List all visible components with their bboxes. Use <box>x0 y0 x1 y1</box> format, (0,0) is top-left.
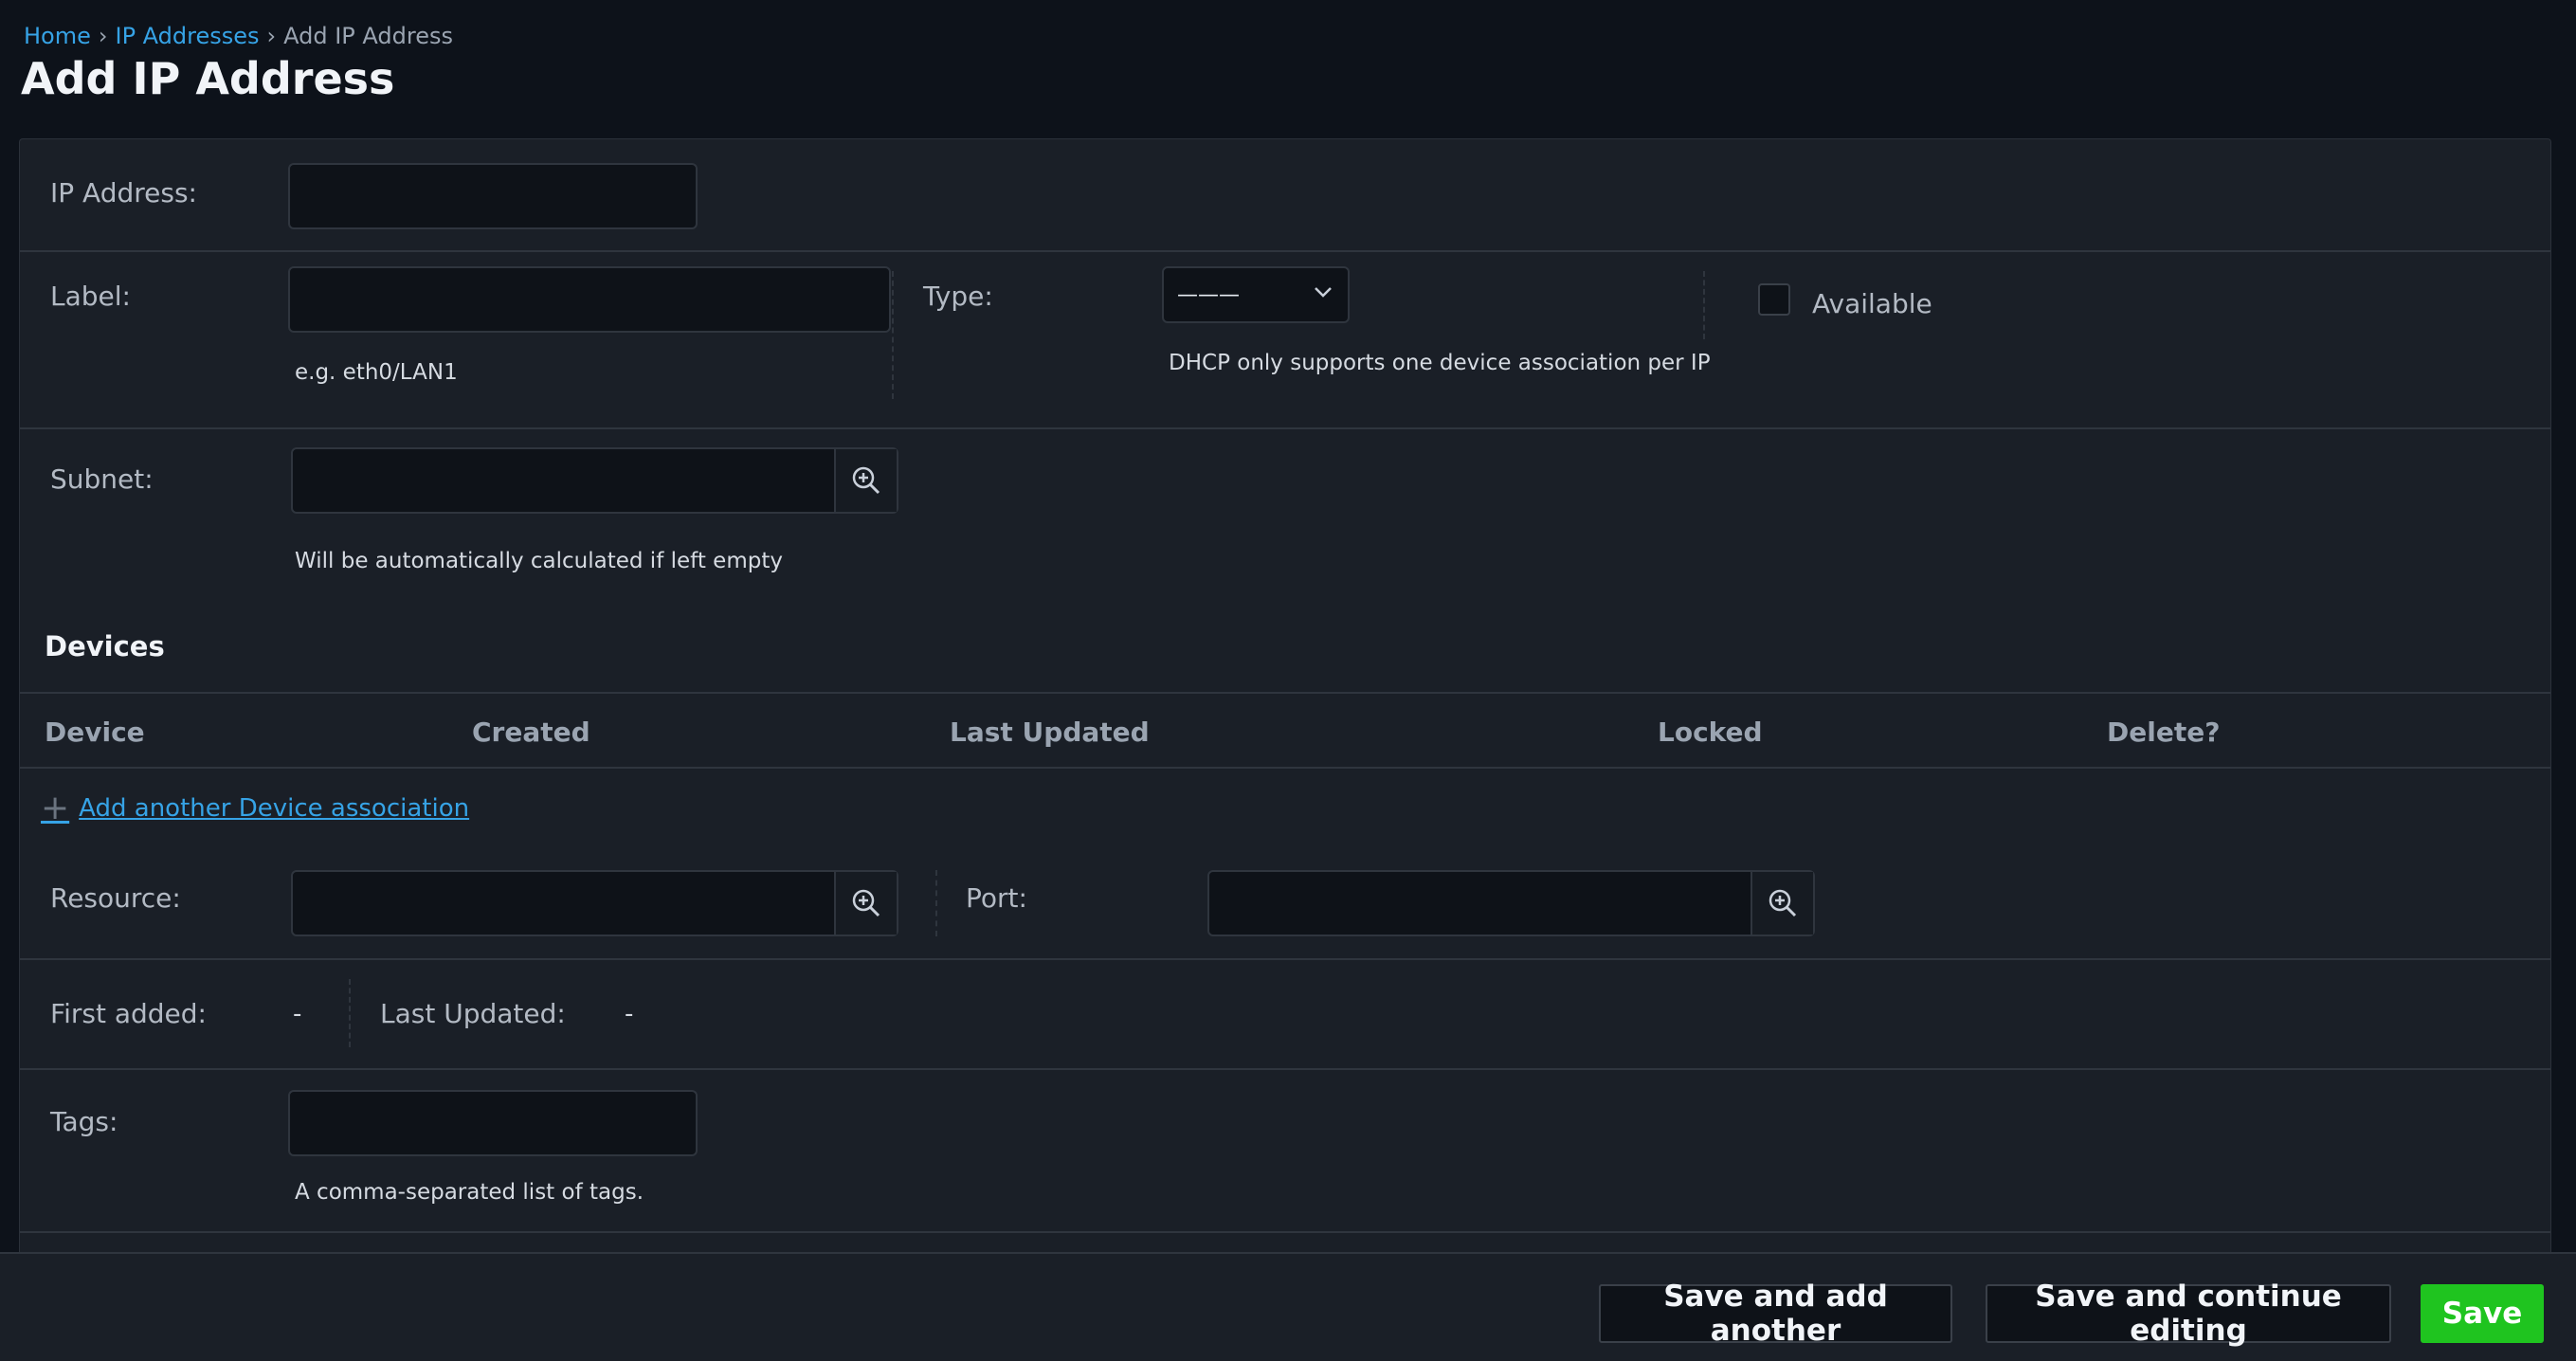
type-selected-value: ——— <box>1177 282 1240 307</box>
last-updated-label: Last Updated: <box>380 998 566 1029</box>
subnet-lookup <box>291 447 898 514</box>
subnet-row: Subnet: Will be automatically calculated… <box>20 429 2550 581</box>
type-label: Type: <box>923 281 993 312</box>
devices-table-header: Device Created Last Updated Locked Delet… <box>20 692 2550 769</box>
timestamps-row: First added: - Last Updated: - <box>20 960 2550 1070</box>
magnifier-plus-icon[interactable] <box>834 449 897 512</box>
save-and-add-another-button[interactable]: Save and add another <box>1599 1279 1952 1348</box>
resource-label: Resource: <box>50 882 181 914</box>
tags-row: Tags: A comma-separated list of tags. <box>20 1070 2550 1233</box>
tags-input[interactable] <box>288 1090 698 1156</box>
label-type-row: Label: e.g. eth0/LAN1 Type: ——— DHCP onl… <box>20 252 2550 429</box>
tags-help-text: A comma-separated list of tags. <box>295 1180 644 1205</box>
ip-address-label: IP Address: <box>50 177 197 209</box>
column-header-locked: Locked <box>1658 717 1763 748</box>
magnifier-plus-icon[interactable] <box>1751 872 1813 935</box>
field-divider <box>349 979 351 1047</box>
field-divider <box>1703 271 1705 339</box>
field-divider <box>935 870 937 936</box>
submit-row: Save and add another Save and continue e… <box>0 1252 2576 1361</box>
subnet-help-text: Will be automatically calculated if left… <box>295 549 783 573</box>
breadcrumb-separator: › <box>98 23 108 49</box>
save-button[interactable]: Save <box>2421 1284 2544 1343</box>
type-help-text: DHCP only supports one device associatio… <box>1169 351 1711 375</box>
breadcrumb-separator: › <box>266 23 277 49</box>
breadcrumb-ip-addresses-link[interactable]: IP Addresses <box>115 23 259 49</box>
save-and-continue-editing-button[interactable]: Save and continue editing <box>1986 1279 2391 1348</box>
subnet-label: Subnet: <box>50 463 154 495</box>
last-updated-value: - <box>625 1000 634 1028</box>
column-header-delete: Delete? <box>2107 717 2221 748</box>
first-added-value: - <box>293 1000 302 1028</box>
available-label: Available <box>1812 288 1932 319</box>
resource-port-row: Resource: Port: <box>20 846 2550 960</box>
chevron-down-icon <box>1312 281 1334 309</box>
resource-lookup <box>291 870 898 936</box>
label-help-text: e.g. eth0/LAN1 <box>295 360 458 385</box>
add-device-association-link[interactable]: + Add another Device association <box>41 791 469 826</box>
breadcrumb-home-link[interactable]: Home <box>24 23 91 49</box>
column-header-created: Created <box>472 717 590 748</box>
port-input[interactable] <box>1209 872 1754 935</box>
ip-address-input[interactable] <box>288 163 698 229</box>
resource-input[interactable] <box>293 872 838 935</box>
subnet-input[interactable] <box>293 449 838 512</box>
ip-address-row: IP Address: <box>20 139 2550 252</box>
plus-icon: + <box>41 789 70 827</box>
column-header-device: Device <box>45 717 145 748</box>
magnifier-plus-icon[interactable] <box>834 872 897 935</box>
breadcrumb: Home › IP Addresses › Add IP Address <box>24 23 453 49</box>
form-panel: IP Address: Label: e.g. eth0/LAN1 Type: … <box>19 138 2551 1253</box>
add-device-association-label: Add another Device association <box>79 794 470 823</box>
label-input[interactable] <box>288 266 891 333</box>
type-select[interactable]: ——— <box>1162 266 1350 323</box>
tags-label: Tags: <box>50 1106 118 1137</box>
port-lookup <box>1207 870 1815 936</box>
page-title: Add IP Address <box>21 53 395 104</box>
available-checkbox[interactable] <box>1758 283 1790 316</box>
devices-section-title: Devices <box>45 630 165 662</box>
port-label: Port: <box>966 882 1027 914</box>
breadcrumb-current: Add IP Address <box>283 23 453 49</box>
column-header-last-updated: Last Updated <box>950 717 1150 748</box>
label-label: Label: <box>50 281 131 312</box>
first-added-label: First added: <box>50 998 207 1029</box>
field-divider <box>892 271 894 399</box>
